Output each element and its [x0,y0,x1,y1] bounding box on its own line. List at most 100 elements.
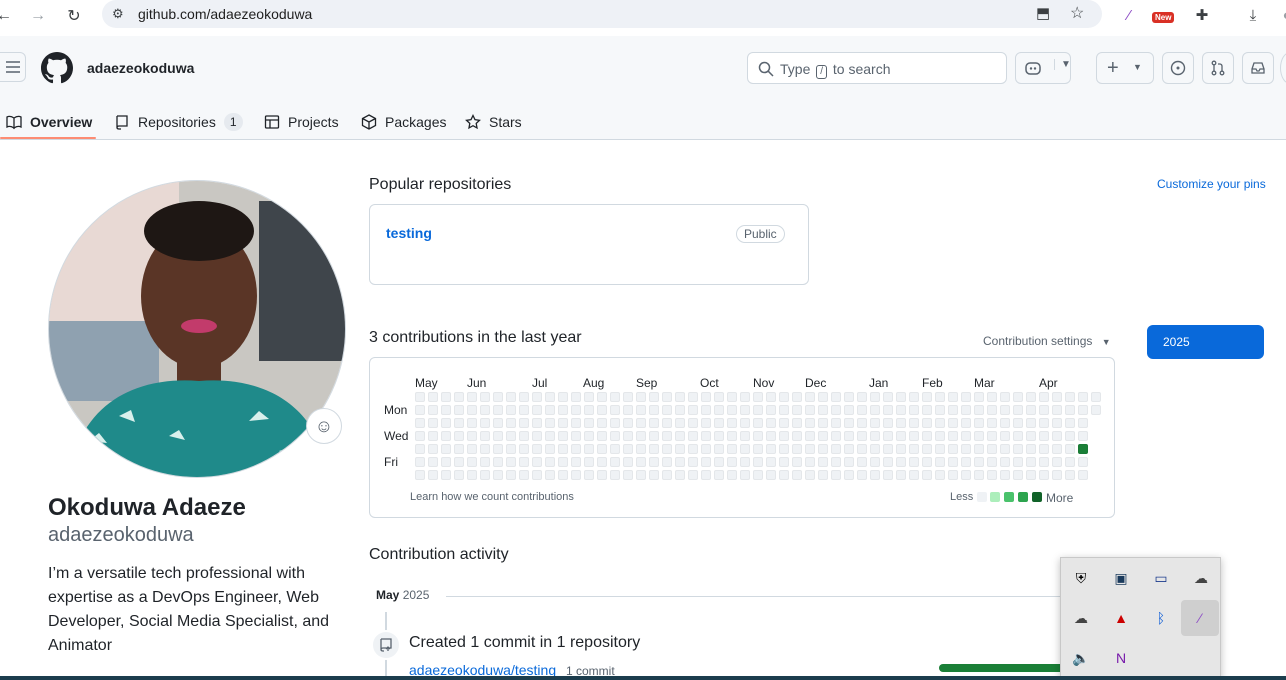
contribution-day-cell[interactable] [597,405,607,415]
contribution-day-cell[interactable] [740,405,750,415]
contribution-day-cell[interactable] [1078,405,1088,415]
contribution-day-cell[interactable] [662,418,672,428]
contribution-day-cell[interactable] [948,470,958,480]
contribution-day-cell[interactable] [441,457,451,467]
contribution-day-cell[interactable] [896,470,906,480]
contribution-day-cell[interactable] [415,444,425,454]
search-input[interactable]: Type / to search [747,52,1007,84]
contribution-day-cell[interactable] [909,418,919,428]
contribution-day-cell[interactable] [1065,444,1075,454]
contribution-day-cell[interactable] [701,470,711,480]
contribution-day-cell[interactable] [714,457,724,467]
contribution-day-cell[interactable] [493,405,503,415]
contribution-day-cell[interactable] [584,444,594,454]
contribution-day-cell[interactable] [883,418,893,428]
contribution-day-cell[interactable] [740,418,750,428]
contribution-day-cell[interactable] [1052,457,1062,467]
contribution-day-cell[interactable] [779,444,789,454]
contribution-day-cell[interactable] [1039,392,1049,402]
contribution-day-cell[interactable] [428,470,438,480]
contribution-day-cell[interactable] [766,392,776,402]
contribution-day-cell[interactable] [818,405,828,415]
contribution-day-cell[interactable] [545,457,555,467]
contribution-day-cell[interactable] [753,418,763,428]
contribution-day-cell[interactable] [428,457,438,467]
contribution-day-cell[interactable] [740,392,750,402]
contribution-day-cell[interactable] [688,444,698,454]
contribution-day-cell[interactable] [545,470,555,480]
contribution-day-cell[interactable] [766,431,776,441]
contribution-day-cell[interactable] [597,444,607,454]
contribution-day-cell[interactable] [766,470,776,480]
contribution-day-cell[interactable] [532,392,542,402]
repo-link[interactable]: testing [386,225,432,241]
contribution-day-cell[interactable] [740,470,750,480]
contribution-day-cell[interactable] [1000,444,1010,454]
bluetooth-icon[interactable]: ᛒ [1147,604,1175,632]
contribution-day-cell[interactable] [831,405,841,415]
contribution-day-cell[interactable] [636,470,646,480]
menu-button[interactable] [0,52,26,82]
contribution-day-cell[interactable] [727,418,737,428]
contribution-day-cell[interactable] [480,470,490,480]
contribution-day-cell[interactable] [883,405,893,415]
contribution-day-cell[interactable] [831,470,841,480]
contribution-day-cell[interactable] [714,431,724,441]
contribution-day-cell[interactable] [675,444,685,454]
contribution-day-cell[interactable] [896,418,906,428]
contribution-day-cell[interactable] [961,444,971,454]
contribution-day-cell[interactable] [714,444,724,454]
github-logo-icon[interactable] [41,52,73,84]
contribution-day-cell[interactable] [948,444,958,454]
contribution-settings-button[interactable]: Contribution settings ▼ [983,334,1111,348]
contribution-day-cell[interactable] [1065,470,1075,480]
tab-stars[interactable]: Stars [465,104,522,140]
contribution-day-cell[interactable] [987,431,997,441]
contribution-day-cell[interactable] [831,418,841,428]
windows-security-icon[interactable]: ⛨ [1067,564,1095,592]
contribution-day-cell[interactable] [935,444,945,454]
contribution-day-cell[interactable] [870,392,880,402]
contribution-day-cell[interactable] [935,470,945,480]
contribution-day-cell[interactable] [428,418,438,428]
contribution-day-cell[interactable] [805,431,815,441]
contribution-day-cell[interactable] [545,431,555,441]
download-icon[interactable]: ⤓ [1242,4,1264,26]
contribution-day-cell[interactable] [636,418,646,428]
contribution-day-cell[interactable] [662,392,672,402]
contribution-day-cell[interactable] [727,405,737,415]
contribution-day-cell[interactable] [1026,444,1036,454]
copilot-button[interactable]: ▼ [1015,52,1071,84]
set-status-button[interactable]: ☺ [306,408,342,444]
contribution-day-cell[interactable] [987,444,997,454]
contribution-day-cell[interactable] [831,392,841,402]
contribution-day-cell[interactable] [675,431,685,441]
contribution-day-cell[interactable] [870,418,880,428]
contribution-day-cell[interactable] [1026,457,1036,467]
contribution-day-cell[interactable] [818,418,828,428]
feather-extension-icon[interactable]: ⁄ [1118,4,1140,26]
contribution-day-cell[interactable] [454,444,464,454]
contribution-day-cell[interactable] [493,392,503,402]
contribution-day-cell[interactable] [636,392,646,402]
contribution-day-cell[interactable] [974,392,984,402]
contribution-day-cell[interactable] [506,418,516,428]
contribution-day-cell[interactable] [428,431,438,441]
contribution-day-cell[interactable] [753,431,763,441]
contribution-day-cell[interactable] [571,405,581,415]
contribution-day-cell[interactable] [805,470,815,480]
contribution-day-cell[interactable] [506,431,516,441]
contribution-day-cell[interactable] [662,470,672,480]
contribution-day-cell[interactable] [935,418,945,428]
onenote-icon[interactable]: N [1107,644,1135,672]
contribution-day-cell[interactable] [532,418,542,428]
contribution-day-cell[interactable] [415,405,425,415]
contribution-day-cell[interactable] [558,392,568,402]
contribution-day-cell[interactable] [909,405,919,415]
contribution-day-cell[interactable] [896,392,906,402]
contribution-day-cell[interactable] [844,405,854,415]
contribution-day-cell[interactable] [688,431,698,441]
contribution-day-cell[interactable] [1013,457,1023,467]
contribution-day-cell[interactable] [662,457,672,467]
contribution-day-cell[interactable] [662,444,672,454]
